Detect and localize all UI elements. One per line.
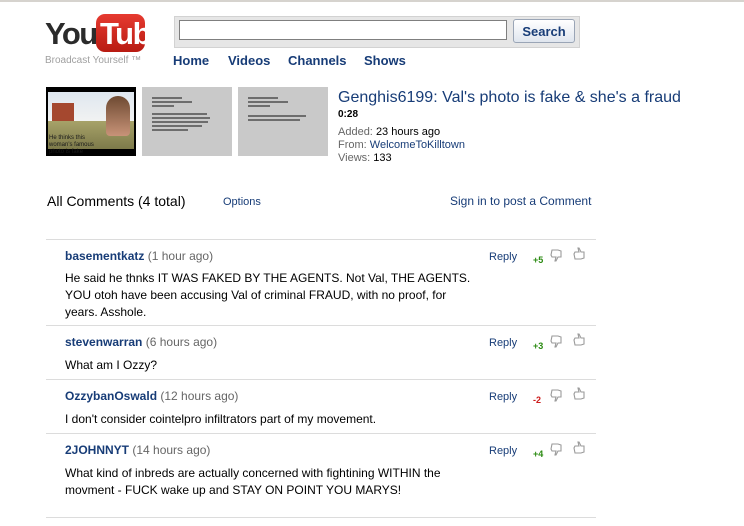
- reply-link[interactable]: Reply: [489, 337, 517, 349]
- comment-divider: [46, 325, 596, 326]
- logo-tube-badge: Tube: [96, 14, 167, 52]
- thumbs-down-icon[interactable]: [550, 249, 564, 263]
- nav-shows[interactable]: Shows: [364, 53, 406, 68]
- comment-text: I don't consider cointelpro infiltrators…: [65, 412, 377, 426]
- comments-title: All Comments (4 total): [47, 193, 186, 209]
- comment-text: He said he thnks IT WAS FAKED BY THE AGE…: [65, 271, 471, 319]
- thumbs-down-icon[interactable]: [550, 389, 564, 403]
- thumbs-up-icon[interactable]: [573, 332, 587, 346]
- comment-divider: [46, 517, 596, 518]
- video-duration: 0:28: [338, 109, 359, 120]
- from-label: From:: [338, 139, 367, 151]
- comment-username[interactable]: 2JOHNNYT: [65, 443, 129, 457]
- comment-text: What am I Ozzy?: [65, 358, 158, 372]
- video-title[interactable]: Genghis6199: Val's photo is fake & she's…: [338, 89, 681, 107]
- comment-age: (1 hour ago): [147, 249, 214, 263]
- comment-username[interactable]: stevenwarran: [65, 335, 142, 349]
- views-value: 133: [373, 152, 392, 164]
- video-views: Views: 133: [338, 152, 392, 164]
- comment-divider: [46, 379, 596, 380]
- reply-link[interactable]: Reply: [489, 391, 517, 403]
- search-input[interactable]: [179, 20, 507, 40]
- search-button[interactable]: Search: [513, 19, 575, 43]
- views-label: Views:: [338, 152, 371, 164]
- comment-score: +5: [533, 255, 544, 265]
- comment-username[interactable]: basementkatz: [65, 249, 144, 263]
- comment-username[interactable]: OzzybanOswald: [65, 389, 157, 403]
- comment-score: +4: [533, 449, 544, 459]
- nav-videos[interactable]: Videos: [228, 53, 270, 68]
- window-top-border: [0, 0, 744, 2]
- comment-score: +3: [533, 341, 544, 351]
- logo-tube-text: Tube: [100, 16, 167, 51]
- comment-divider: [46, 433, 596, 434]
- thumbs-up-icon[interactable]: [573, 386, 587, 400]
- video-added: Added: 23 hours ago: [338, 126, 440, 138]
- logo-you-text: You: [45, 16, 98, 51]
- added-value: 23 hours ago: [375, 126, 441, 138]
- comment-score: -2: [533, 395, 542, 405]
- comment-age: (6 hours ago): [145, 335, 218, 349]
- comment-divider: [46, 239, 596, 240]
- nav-channels[interactable]: Channels: [288, 53, 347, 68]
- video-thumbnail-2[interactable]: [142, 87, 232, 156]
- tagline: Broadcast Yourself ™: [45, 55, 142, 66]
- thumbs-up-icon[interactable]: [573, 440, 587, 454]
- thumbs-down-icon[interactable]: [550, 443, 564, 457]
- comment-text: What kind of inbreds are actually concer…: [65, 466, 441, 497]
- added-label: Added:: [338, 126, 373, 138]
- sign-in-link[interactable]: Sign in to post a Comment: [450, 194, 591, 208]
- video-thumbnail-3[interactable]: [238, 87, 328, 156]
- video-from: From: WelcomeToKilltown: [338, 139, 465, 151]
- reply-link[interactable]: Reply: [489, 445, 517, 457]
- thumbs-down-icon[interactable]: [550, 335, 564, 349]
- thumbs-up-icon[interactable]: [573, 246, 587, 260]
- comment-age: (12 hours ago): [160, 389, 239, 403]
- nav-home[interactable]: Home: [173, 53, 209, 68]
- reply-link[interactable]: Reply: [489, 251, 517, 263]
- channel-link[interactable]: WelcomeToKilltown: [370, 139, 465, 151]
- thumbnail-caption: He thinks this woman's famous photo is f…: [49, 135, 94, 155]
- comment-age: (14 hours ago): [132, 443, 211, 457]
- video-thumbnail[interactable]: He thinks this woman's famous photo is f…: [46, 87, 136, 156]
- comments-options-link[interactable]: Options: [223, 196, 261, 208]
